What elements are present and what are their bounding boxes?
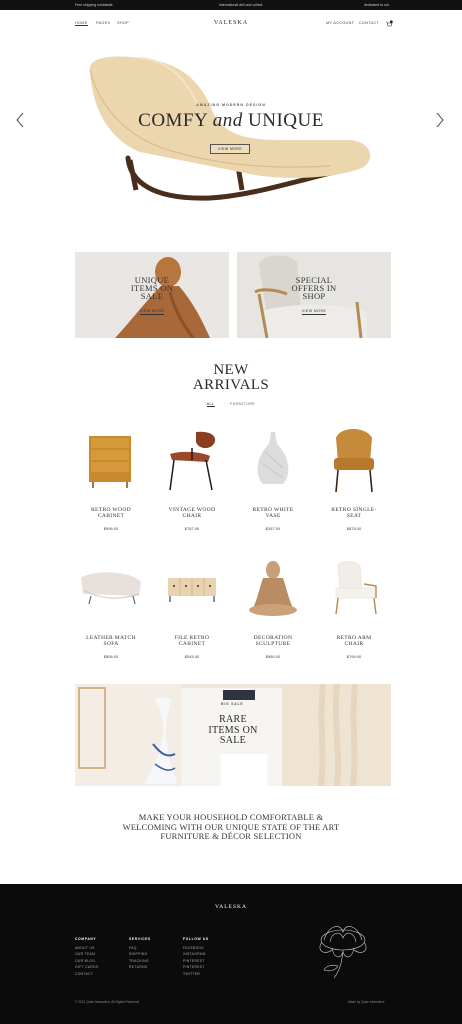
product-image-sofa <box>81 572 141 605</box>
product-name-line: CHAIR <box>344 641 364 647</box>
product-card[interactable]: RETRO WOOD CABINET $996.00 <box>71 428 151 540</box>
brand-tagline: MAKE YOUR HOUSEHOLD COMFORTABLE & WELCOM… <box>0 812 462 842</box>
tagline-line: FURNITURE & DÉCOR SELECTION <box>160 831 302 841</box>
footer-link[interactable]: Returns <box>129 964 151 971</box>
section-title-line: ARRIVALS <box>192 377 270 393</box>
product-name[interactable]: FILE RETRO CABINET <box>152 635 232 647</box>
banner-title-line: SALE <box>219 735 247 746</box>
product-price: $267.00 <box>265 526 281 531</box>
footer-link[interactable]: Our team <box>75 951 98 958</box>
product-card[interactable]: VINTAGE WOOD CHAIR $787.00 <box>152 428 232 540</box>
banner-title: RARE ITEMS ON SALE <box>190 714 276 747</box>
copyright-text: © 2021 Qode Interactive, All Rights Rese… <box>75 1000 140 1004</box>
product-name[interactable]: RETRO ARM CHAIR <box>314 635 394 647</box>
hero-title-and: and <box>212 110 243 131</box>
footer-logo[interactable]: VALESKA <box>0 904 462 910</box>
main-nav: Home Pages Shop VALESKA My Account Conta… <box>0 14 462 32</box>
product-name[interactable]: RETRO SINGLE- SEAT <box>314 507 394 519</box>
product-name[interactable]: LEATHER MATCH SOFA <box>71 635 151 647</box>
hero-title-word: UNIQUE <box>248 110 324 131</box>
nav-contact[interactable]: Contact <box>359 21 379 25</box>
footer-link[interactable]: Instagram <box>183 951 209 958</box>
chrysanthemum-illustration <box>319 926 367 979</box>
footer-link[interactable]: Gift cards <box>75 964 98 971</box>
promo-link-label: VIEW MORE <box>301 309 327 315</box>
product-card[interactable]: LEATHER MATCH SOFA $806.00 <box>71 556 151 668</box>
product-name[interactable]: DECORATION SCULPTURE <box>233 635 313 647</box>
footer-column-services: SERVICES FAQ Shipping Tracking Returns <box>129 936 151 971</box>
product-image-file-cabinet <box>168 578 216 602</box>
banner-kicker: BIG SALE <box>221 702 244 706</box>
made-by-text[interactable]: Made by Qode Interactive <box>348 1000 385 1004</box>
cart-icon[interactable] <box>385 20 393 27</box>
footer-heading: FOLLOW US <box>183 937 209 941</box>
product-image-wood-chair <box>169 431 216 491</box>
product-image-sculpture <box>249 561 297 616</box>
product-card[interactable]: RETRO ARM CHAIR $799.00 <box>314 556 394 668</box>
dedicated-note: dedicated to our <box>364 3 390 7</box>
footer-heading: COMPANY <box>75 937 97 941</box>
product-image-single-seat <box>334 429 374 493</box>
product-price: $980.00 <box>265 654 281 659</box>
filter-furniture[interactable]: FURNITURE <box>230 402 255 406</box>
promo-view-more-link[interactable]: VIEW MORE <box>237 309 391 315</box>
product-card[interactable]: RETRO SINGLE- SEAT $878.00 <box>314 428 394 540</box>
section-title-line: NEW <box>213 362 249 378</box>
promo-title: SPECIAL OFFERS IN SHOP <box>237 276 391 301</box>
footer-link[interactable]: Contact <box>75 971 98 978</box>
promo-line: SALE <box>140 291 164 301</box>
product-name-line: VASE <box>265 513 281 519</box>
promo-view-more-link[interactable]: VIEW MORE <box>75 309 229 315</box>
product-image-white-vase <box>257 432 289 484</box>
product-image-cabinet <box>89 436 131 488</box>
product-name[interactable]: RETRO WOOD CABINET <box>71 507 151 519</box>
new-arrivals-title: NEW ARRIVALS <box>0 363 462 393</box>
hero-view-more-button[interactable]: VIEW MORE <box>210 144 250 154</box>
hero-kicker: AMAZING MODERN DESIGN <box>196 103 266 107</box>
product-price: $545.00 <box>184 654 200 659</box>
product-price: $787.00 <box>184 526 200 531</box>
product-name[interactable]: RETRO WHITE VASE <box>233 507 313 519</box>
hero-title: COMFY and UNIQUE <box>0 110 462 132</box>
footer-link[interactable]: Shipping <box>129 951 151 958</box>
footer-link[interactable]: Twitter <box>183 971 209 978</box>
product-price: $878.00 <box>346 526 362 531</box>
promo-tile-unique[interactable]: UNIQUE ITEMS ON SALE VIEW MORE <box>75 252 229 338</box>
filter-all[interactable]: ALL <box>206 402 215 407</box>
product-name[interactable]: VINTAGE WOOD CHAIR <box>152 507 232 519</box>
hero-slider: AMAZING MODERN DESIGN COMFY and UNIQUE V… <box>0 40 462 220</box>
product-image-arm-chair <box>335 561 377 615</box>
product-name-line: SEAT <box>346 513 362 519</box>
footer-column-company: COMPANY About us Our team Our blog Gift … <box>75 936 98 977</box>
product-price: $806.00 <box>103 654 119 659</box>
product-filters: ALL FURNITURE <box>0 402 462 407</box>
promo-tile-special[interactable]: SPECIAL OFFERS IN SHOP VIEW MORE <box>237 252 391 338</box>
product-name-line: SOFA <box>103 641 119 647</box>
product-price: $799.00 <box>346 654 362 659</box>
promo-line: SHOP <box>302 291 326 301</box>
product-name-line: CABINET <box>97 513 125 519</box>
product-card[interactable]: DECORATION SCULPTURE $980.00 <box>233 556 313 668</box>
site-footer: VALESKA COMPANY About us Our team Our bl… <box>0 884 462 1024</box>
banner-title-line: RARE <box>219 714 247 725</box>
promo-link-label: VIEW MORE <box>139 309 165 315</box>
product-name-line: SCULPTURE <box>255 641 291 647</box>
product-price: $996.00 <box>103 526 119 531</box>
footer-heading: SERVICES <box>129 937 151 941</box>
shipping-note: Free shipping worldwide <box>75 3 113 7</box>
product-name-line: CABINET <box>178 641 206 647</box>
delivery-note: International deli and collect <box>219 3 263 7</box>
nav-my-account[interactable]: My Account <box>326 21 354 25</box>
product-card[interactable]: RETRO WHITE VASE $267.00 <box>233 428 313 540</box>
product-name-line: CHAIR <box>182 513 202 519</box>
hero-title-word: COMFY <box>138 110 208 131</box>
footer-column-follow: FOLLOW US Facebook Instagram Pinterest P… <box>183 936 209 977</box>
product-card[interactable]: FILE RETRO CABINET $545.00 <box>152 556 232 668</box>
announcement-bar: Free shipping worldwide International de… <box>0 0 462 10</box>
promo-title: UNIQUE ITEMS ON SALE <box>75 276 229 301</box>
